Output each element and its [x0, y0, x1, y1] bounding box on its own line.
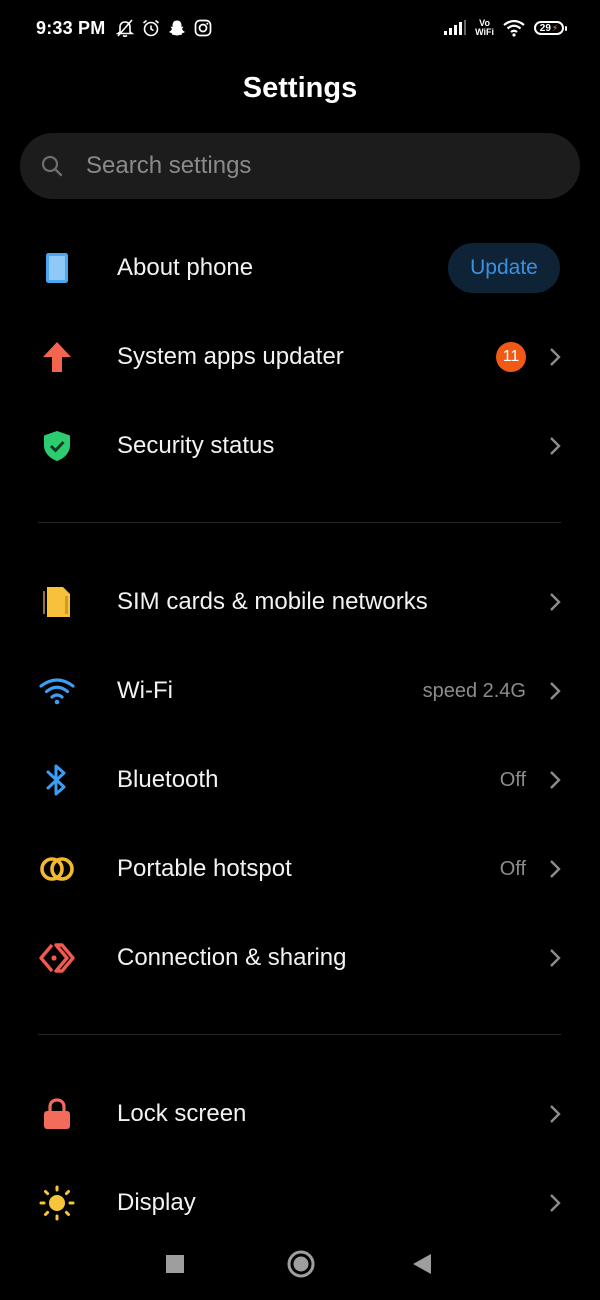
vowifi-bottom: WiFi: [475, 27, 494, 37]
battery-icon: 29 ⚡: [534, 21, 567, 35]
settings-item-about-phone[interactable]: About phone Update: [0, 228, 600, 308]
chevron-right-icon: [550, 437, 561, 455]
settings-item-label: Lock screen: [117, 1100, 247, 1127]
wifi-status-value: speed 2.4G: [422, 679, 526, 702]
connection-sharing-icon: [36, 937, 78, 979]
alarm-icon: [143, 19, 160, 37]
status-bar: 9:33 PM Vo WiFi 29 ⚡: [0, 0, 600, 56]
wifi-status-icon: [503, 19, 525, 37]
notification-icons: [115, 18, 213, 38]
update-count-badge: 11: [496, 342, 526, 372]
settings-item-label: Display: [117, 1189, 196, 1216]
settings-item-sim-cards[interactable]: SIM cards & mobile networks: [0, 562, 600, 642]
hotspot-status-value: Off: [499, 857, 526, 880]
settings-item-wifi[interactable]: Wi-Fi speed 2.4G: [0, 651, 600, 731]
settings-item-label: Bluetooth: [117, 766, 219, 793]
settings-item-label: Connection & sharing: [117, 944, 347, 971]
chevron-right-icon: [550, 860, 561, 878]
chevron-right-icon: [550, 771, 561, 789]
bluetooth-status-value: Off: [499, 768, 526, 791]
search-icon: [41, 155, 63, 177]
settings-item-security-status[interactable]: Security status: [0, 406, 600, 486]
snapchat-icon: [169, 20, 186, 36]
sun-icon: [36, 1182, 78, 1224]
arrow-up-icon: [36, 336, 78, 378]
search-bar[interactable]: [20, 133, 580, 199]
status-left: 9:33 PM: [36, 18, 213, 39]
instagram-icon: [195, 19, 212, 37]
phone-icon: [36, 247, 78, 289]
settings-item-system-apps-updater[interactable]: System apps updater 11: [0, 317, 600, 397]
chevron-right-icon: [550, 593, 561, 611]
chevron-right-icon: [550, 1105, 561, 1123]
charging-bolt-icon: ⚡: [551, 22, 559, 33]
sim-card-icon: [36, 581, 78, 623]
page-title: Settings: [242, 72, 358, 104]
hotspot-icon: [36, 848, 78, 890]
navigation-bar: [0, 1230, 600, 1300]
chevron-right-icon: [550, 682, 561, 700]
bell-off-icon: [116, 19, 135, 38]
settings-item-label: Wi-Fi: [117, 677, 173, 704]
chevron-right-icon: [550, 348, 561, 366]
settings-item-bluetooth[interactable]: Bluetooth Off: [0, 740, 600, 820]
home-circle-icon[interactable]: [285, 1246, 317, 1280]
settings-item-label: About phone: [117, 254, 254, 281]
search-input[interactable]: [84, 151, 528, 181]
back-triangle-icon[interactable]: [410, 1246, 434, 1280]
section-divider: [38, 522, 561, 523]
battery-level: 29: [539, 22, 551, 34]
settings-item-label: SIM cards & mobile networks: [117, 588, 428, 615]
signal-icon: [444, 20, 467, 35]
settings-item-connection-sharing[interactable]: Connection & sharing: [0, 918, 600, 998]
section-divider: [38, 1034, 561, 1035]
update-button[interactable]: Update: [448, 243, 560, 293]
status-right: Vo WiFi 29 ⚡: [443, 19, 567, 37]
settings-item-label: Security status: [117, 432, 275, 459]
chevron-right-icon: [550, 1194, 561, 1212]
recents-square-icon[interactable]: [163, 1246, 187, 1280]
settings-item-label: Portable hotspot: [117, 855, 292, 882]
shield-check-icon: [36, 425, 78, 467]
vowifi-indicator: Vo WiFi: [475, 19, 494, 37]
lock-icon: [36, 1093, 78, 1135]
settings-item-label: System apps updater: [117, 343, 344, 370]
wifi-icon: [36, 670, 78, 712]
bluetooth-icon: [36, 759, 78, 801]
settings-item-portable-hotspot[interactable]: Portable hotspot Off: [0, 829, 600, 909]
settings-item-lock-screen[interactable]: Lock screen: [0, 1074, 600, 1154]
chevron-right-icon: [550, 949, 561, 967]
status-time: 9:33 PM: [36, 17, 106, 38]
